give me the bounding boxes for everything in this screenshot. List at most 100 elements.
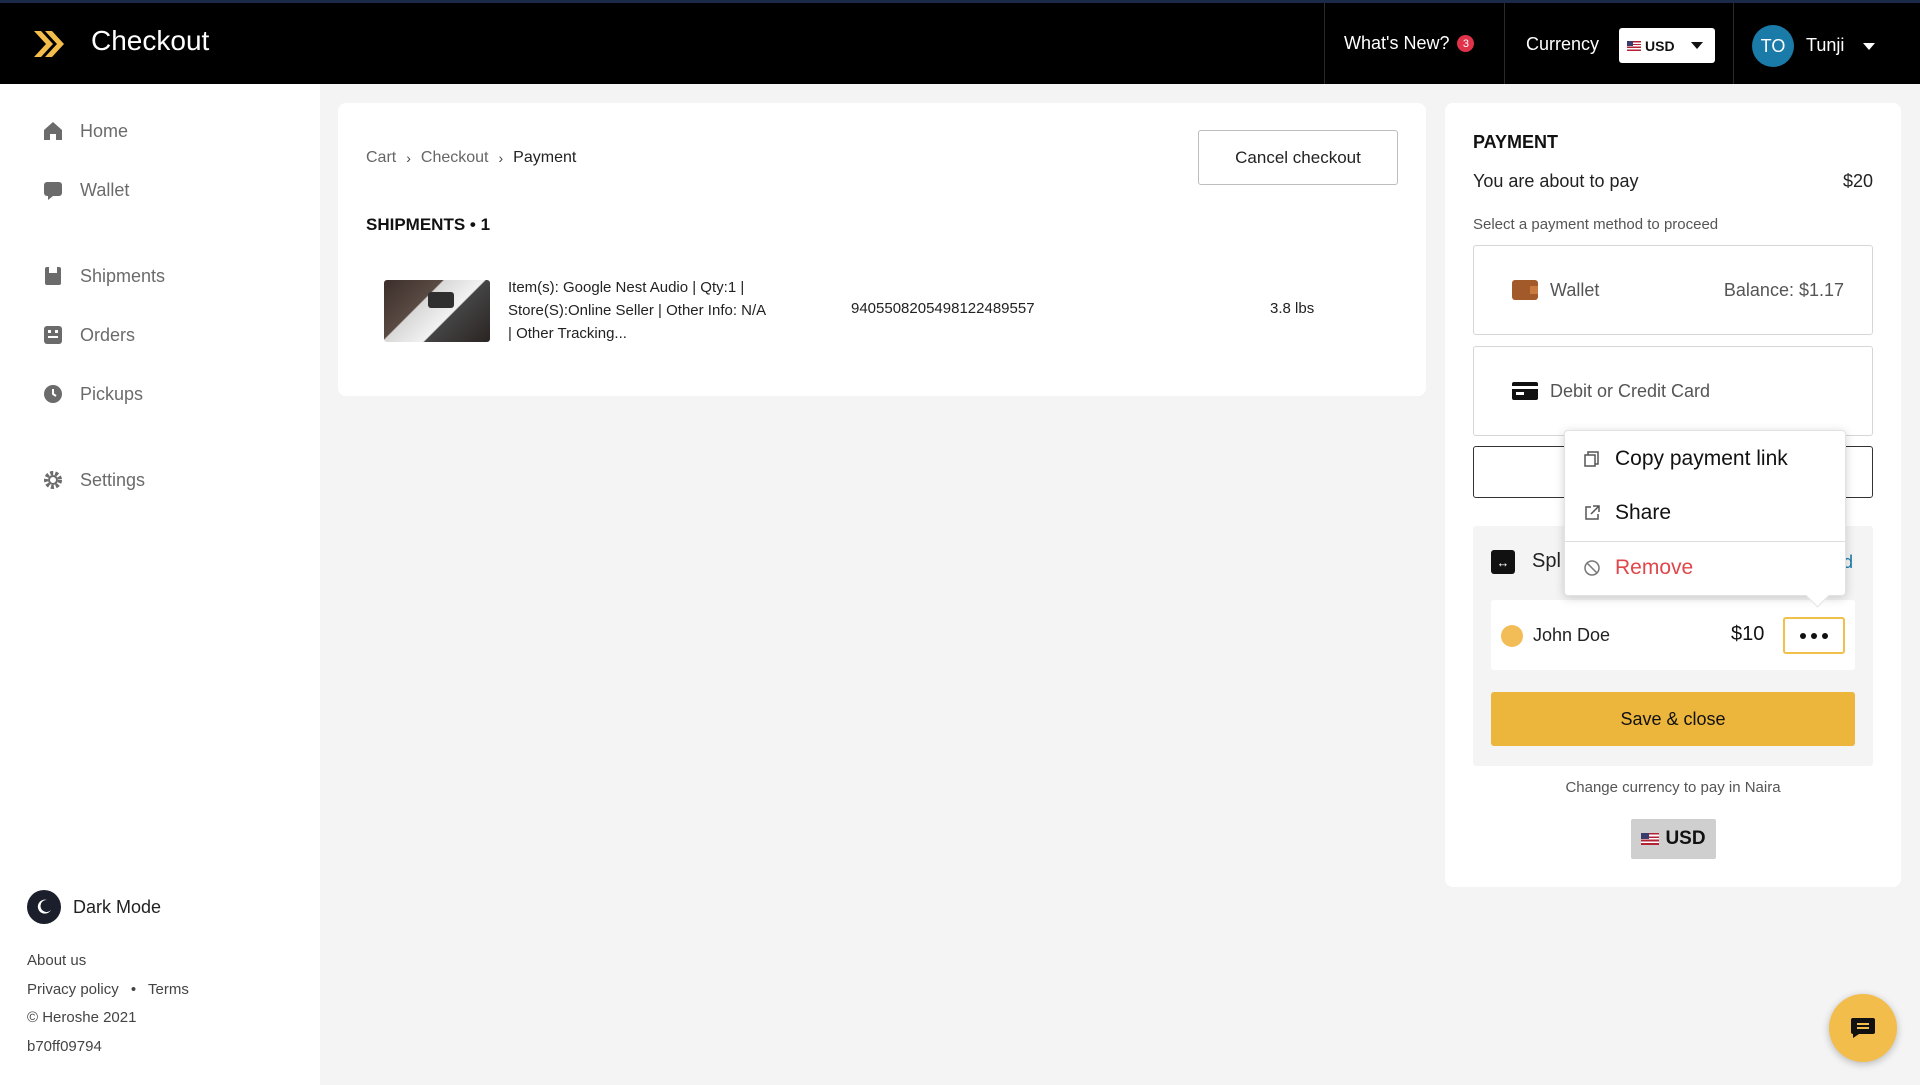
- tracking-number: 9405508205498122489557: [851, 300, 1035, 317]
- sidebar-item-label: Pickups: [80, 383, 144, 404]
- currency-value: USD: [1645, 37, 1675, 54]
- divider: [1733, 3, 1734, 84]
- cancel-checkout-button[interactable]: Cancel checkout: [1198, 130, 1398, 185]
- remove-item[interactable]: Remove: [1583, 556, 1693, 580]
- wallet-method-label: Wallet: [1550, 279, 1600, 300]
- sidebar-item-settings[interactable]: Settings: [42, 469, 145, 491]
- copy-icon: [1584, 451, 1599, 467]
- dark-mode-label: Dark Mode: [73, 896, 162, 917]
- home-icon: [44, 122, 62, 140]
- clock-icon: [44, 385, 62, 403]
- sidebar-item-orders[interactable]: Orders: [42, 324, 135, 346]
- privacy-link[interactable]: Privacy policy: [27, 981, 119, 998]
- share-item[interactable]: Share: [1583, 501, 1671, 525]
- top-bar: Checkout What's New? 3 Currency USD TO T…: [0, 0, 1920, 84]
- avatar[interactable]: TO: [1752, 25, 1794, 67]
- split-icon: ↔: [1491, 550, 1515, 574]
- footer-legal: Privacy policy • Terms: [27, 981, 189, 998]
- chat-support-button[interactable]: [1829, 994, 1897, 1062]
- chat-icon: [1851, 1018, 1875, 1038]
- orders-icon: [44, 326, 62, 344]
- page-title: Checkout: [91, 25, 210, 56]
- chevron-down-icon: [1691, 42, 1703, 49]
- card-method-label: Debit or Credit Card: [1550, 380, 1711, 401]
- copy-payment-link-item[interactable]: Copy payment link: [1583, 447, 1788, 471]
- dot: [1800, 632, 1806, 639]
- person-name: John Doe: [1533, 625, 1611, 645]
- divider: [1504, 3, 1505, 84]
- us-flag-icon: [1627, 40, 1641, 51]
- us-flag-icon: [1641, 833, 1660, 845]
- block-icon: [1584, 560, 1600, 576]
- sidebar-item-label: Orders: [80, 324, 136, 345]
- more-options-button[interactable]: [1783, 617, 1845, 654]
- notification-badge: 3: [1457, 35, 1475, 52]
- dot: [1822, 632, 1828, 639]
- sidebar: Home Wallet Shipments Orders Pickups Set…: [0, 84, 320, 1085]
- payment-amount: $20: [1842, 171, 1873, 191]
- options-popover: Copy payment link Share Remove: [1564, 430, 1846, 596]
- copy-payment-link-label: Copy payment link: [1615, 447, 1788, 470]
- sidebar-item-label: Wallet: [80, 179, 130, 200]
- select-method-label: Select a payment method to proceed: [1473, 216, 1719, 233]
- share-icon: [1585, 505, 1600, 520]
- share-label: Share: [1615, 501, 1672, 524]
- gear-icon: [44, 471, 62, 489]
- user-name[interactable]: Tunji: [1806, 35, 1844, 56]
- breadcrumb-payment: Payment: [513, 149, 577, 166]
- build-id: b70ff09794: [27, 1038, 102, 1055]
- usd-label: USD: [1665, 828, 1706, 849]
- dot: [1811, 632, 1817, 639]
- usd-currency-button[interactable]: USD: [1631, 819, 1716, 859]
- sidebar-item-pickups[interactable]: Pickups: [42, 383, 143, 405]
- person-amount: $10: [1731, 623, 1765, 645]
- footer-about: About us: [27, 952, 86, 969]
- wallet-icon: [1512, 280, 1538, 300]
- user-menu-chevron-icon[interactable]: [1863, 43, 1875, 50]
- shipment-row[interactable]: Item(s): Google Nest Audio | Qty:1 | Sto…: [384, 279, 1384, 360]
- card-method-option[interactable]: Debit or Credit Card: [1473, 346, 1873, 436]
- divider: [1324, 3, 1325, 84]
- breadcrumb-cart[interactable]: Cart: [366, 149, 396, 167]
- shipments-icon: [45, 267, 61, 285]
- breadcrumb-checkout[interactable]: Checkout: [421, 149, 489, 167]
- wallet-icon: [44, 182, 62, 200]
- sidebar-item-wallet[interactable]: Wallet: [42, 179, 129, 201]
- breadcrumb: Cart › Checkout › Payment: [366, 149, 576, 167]
- dark-mode-toggle[interactable]: Dark Mode: [27, 890, 161, 924]
- shipments-heading: SHIPMENTS • 1: [366, 215, 491, 234]
- sidebar-item-shipments[interactable]: Shipments: [42, 265, 165, 287]
- shipment-weight: 3.8 lbs: [1270, 300, 1315, 317]
- split-person-row: John Doe $10: [1491, 600, 1855, 670]
- chevron-right-icon: ›: [406, 150, 411, 166]
- divider: [1565, 541, 1845, 542]
- split-label: Spl: [1532, 550, 1561, 572]
- about-to-pay-label: You are about to pay: [1473, 171, 1639, 191]
- save-close-button[interactable]: Save & close: [1491, 692, 1855, 746]
- sidebar-item-label: Shipments: [80, 265, 166, 286]
- sidebar-item-label: Home: [80, 120, 129, 141]
- shipments-card: Cart › Checkout › Payment Cancel checkou…: [338, 103, 1426, 396]
- currency-label: Currency: [1526, 34, 1600, 54]
- item-description: Item(s): Google Nest Audio | Qty:1 | Sto…: [508, 279, 766, 342]
- about-link[interactable]: About us: [27, 952, 86, 969]
- sidebar-item-home[interactable]: Home: [42, 120, 128, 142]
- product-thumbnail: [384, 280, 490, 342]
- payment-title: PAYMENT: [1473, 132, 1559, 152]
- terms-link[interactable]: Terms: [148, 981, 189, 998]
- credit-card-icon: [1512, 382, 1538, 400]
- change-currency-text: Change currency to pay in Naira: [1565, 779, 1781, 796]
- whats-new-label: What's New?: [1344, 33, 1450, 53]
- copyright: © Heroshe 2021: [27, 1009, 137, 1026]
- currency-select[interactable]: USD: [1619, 28, 1715, 63]
- person-avatar-dot: [1501, 625, 1523, 647]
- wallet-balance: Balance: $1.17: [1723, 279, 1844, 300]
- sidebar-item-label: Settings: [80, 469, 146, 490]
- moon-icon: [27, 890, 61, 924]
- wallet-method-option[interactable]: Wallet Balance: $1.17: [1473, 245, 1873, 335]
- heroshe-logo-icon[interactable]: [32, 29, 66, 59]
- chevron-right-icon: ›: [498, 150, 504, 166]
- whats-new-button[interactable]: What's New? 3: [1344, 33, 1475, 54]
- separator: •: [130, 981, 137, 998]
- remove-label: Remove: [1615, 556, 1694, 579]
